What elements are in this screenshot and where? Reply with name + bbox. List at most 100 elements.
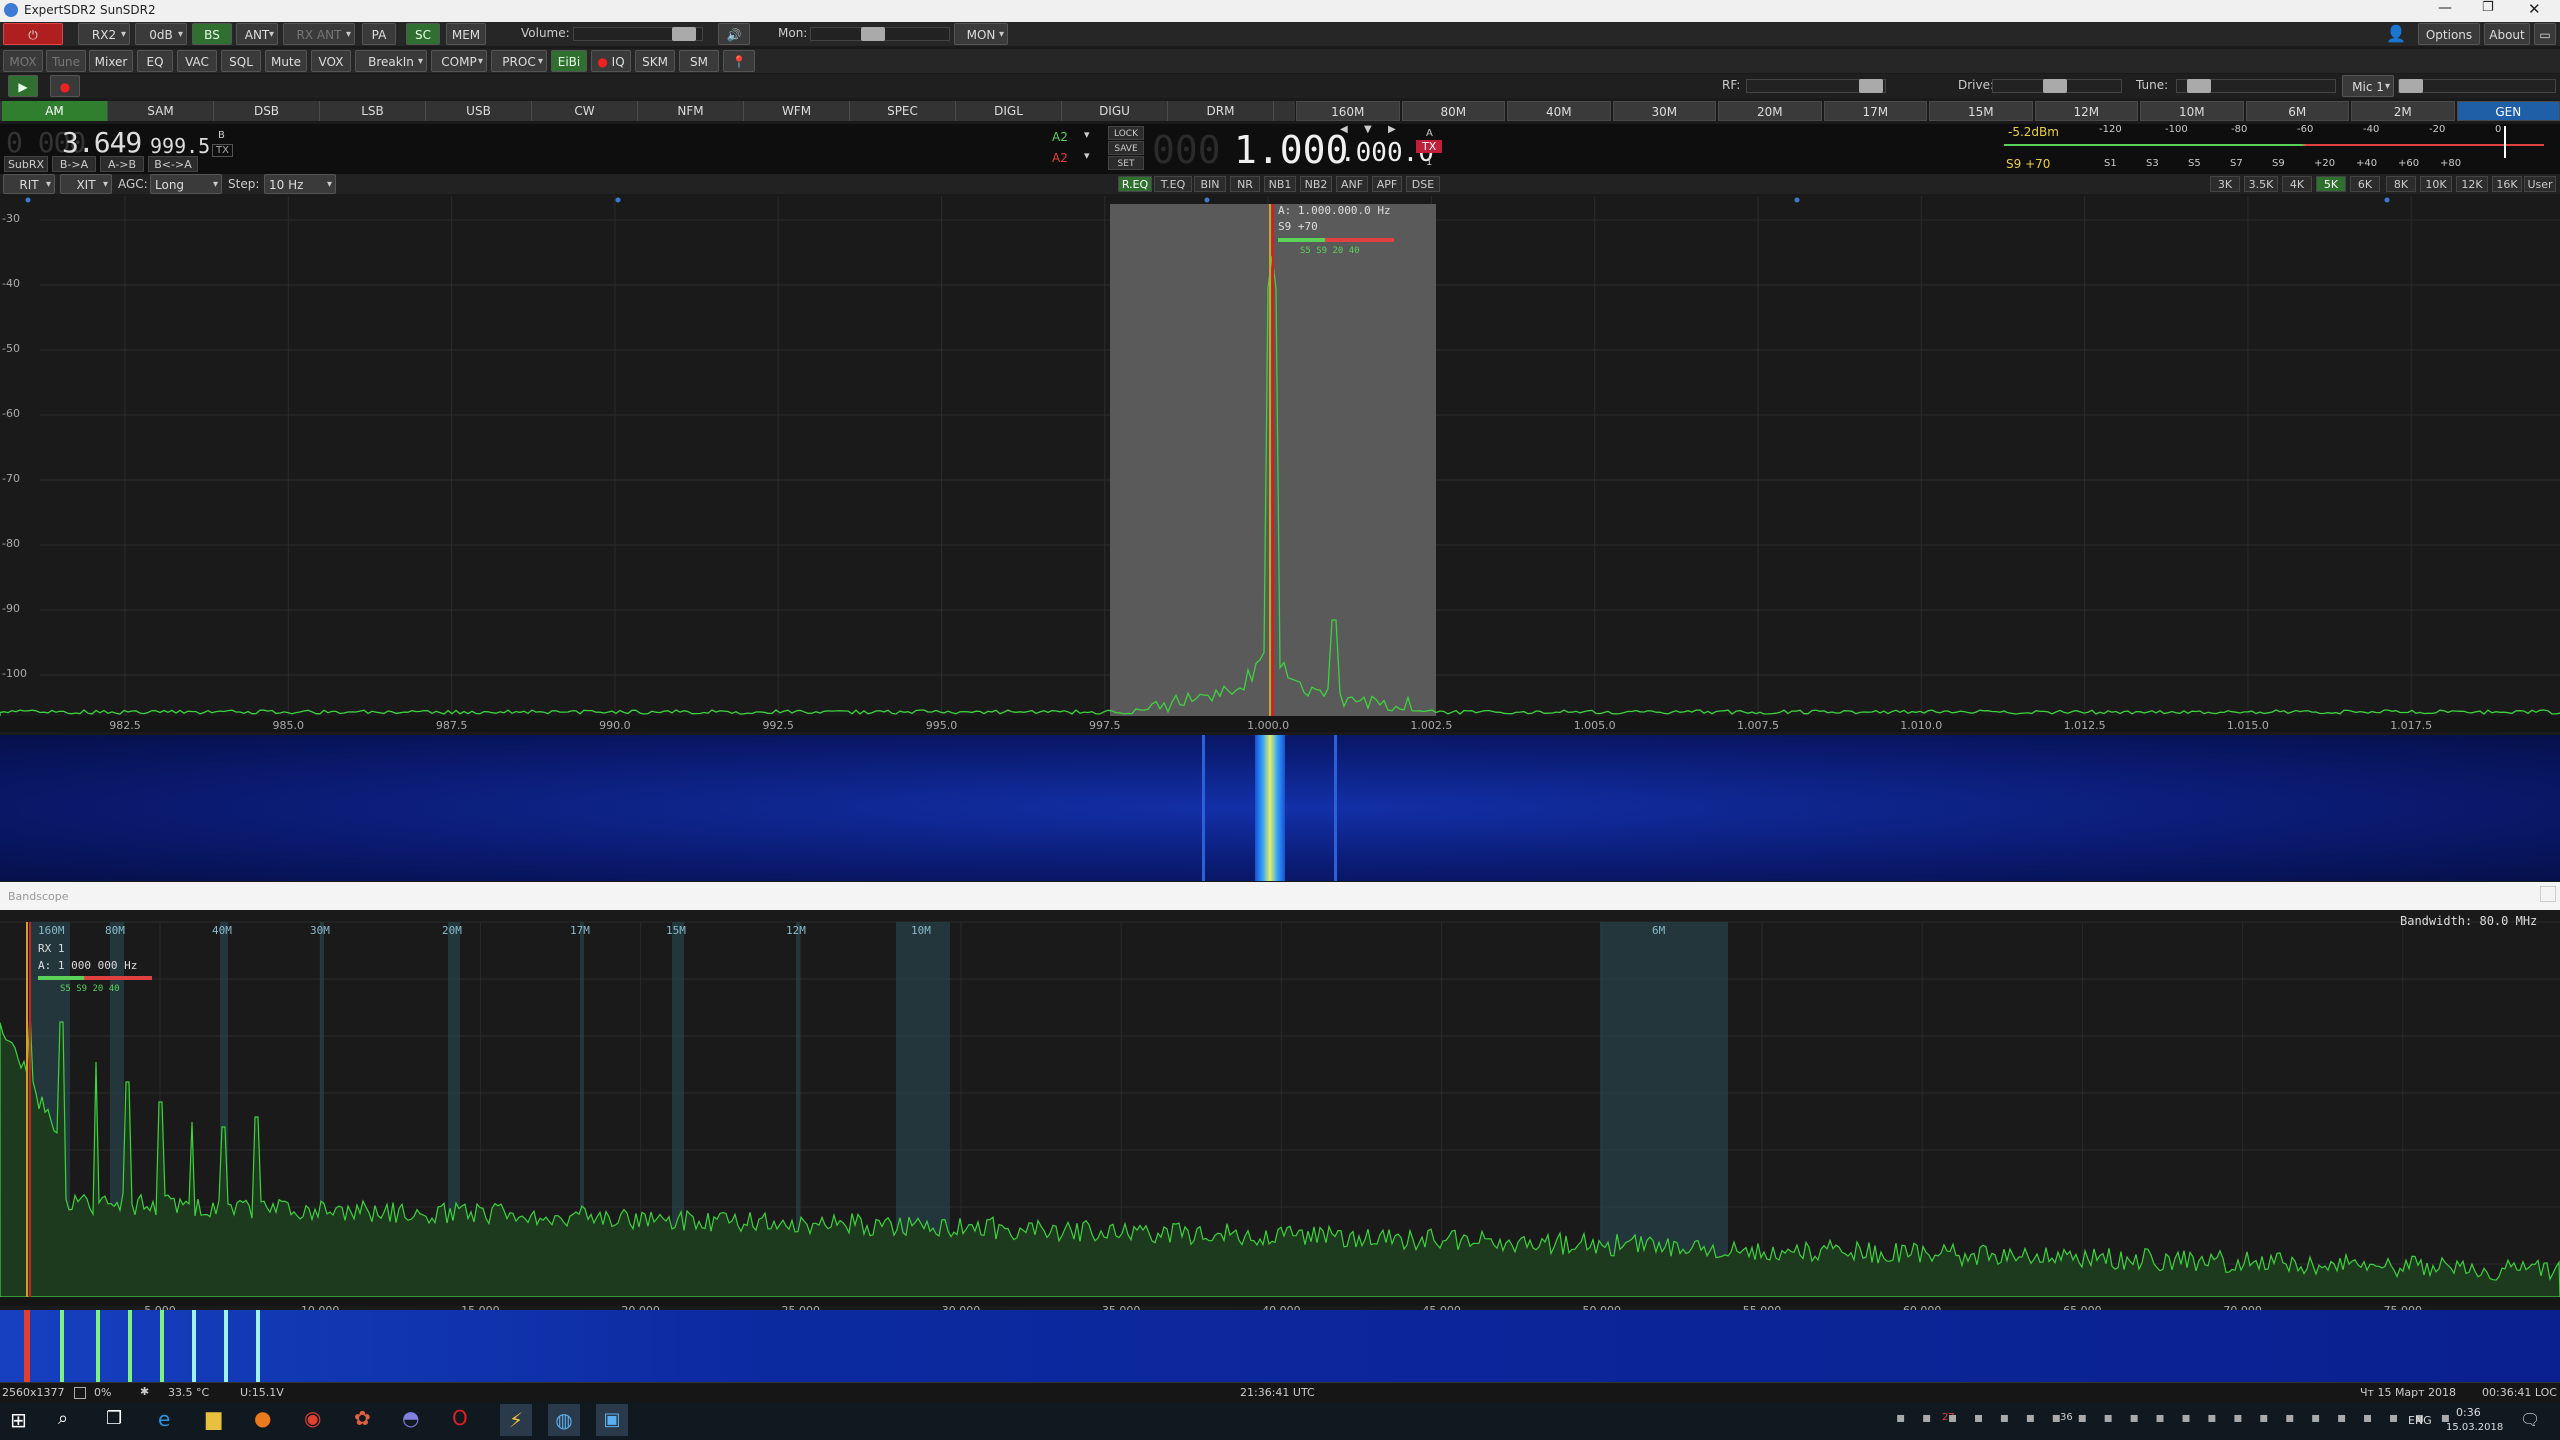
filter-16k-button[interactable]: 16K (2492, 176, 2522, 192)
subrx-button[interactable]: SubRX (4, 156, 48, 172)
bs-band-label[interactable]: 30M (310, 924, 330, 937)
tray-icons[interactable]: ▪ ▪ ▪ ▪ ▪ ▪ ▪ ▪ ▪ ▪ ▪ ▪ ▪ ▪ ▪ ▪ ▪ ▪ ▪ ▪ … (1896, 1410, 2456, 1426)
filter-4k-button[interactable]: 4K (2282, 176, 2312, 192)
windows-start-icon[interactable]: ⊞ (10, 1408, 27, 1432)
step-select[interactable]: 10 Hz (264, 174, 336, 194)
bs-band-label[interactable]: 80M (105, 924, 125, 937)
vfo-b-tx-label[interactable]: TX (212, 144, 233, 157)
tray-time[interactable]: 0:36 (2456, 1406, 2481, 1419)
rf-slider[interactable] (1746, 79, 1886, 93)
mode-spec[interactable]: SPEC (850, 101, 956, 121)
dsp-anf-button[interactable]: ANF (1336, 176, 1368, 192)
ant-button[interactable]: ANT (236, 23, 278, 45)
rit-button[interactable]: RIT (3, 174, 55, 194)
vac-button[interactable]: VAC (177, 50, 217, 72)
save-button[interactable]: SAVE (1108, 141, 1144, 155)
vox-button[interactable]: VOX (311, 50, 351, 72)
sm-button[interactable]: SM (679, 50, 719, 72)
vfo-b-hz[interactable]: 999.5 (150, 134, 210, 158)
set-button[interactable]: SET (1108, 156, 1144, 170)
breakin-button[interactable]: BreakIn (355, 50, 427, 72)
app-icon-settings[interactable]: ✿ (354, 1406, 371, 1430)
vfo-a-antenna-1[interactable]: A2 (1052, 130, 1068, 144)
filter-12k-button[interactable]: 12K (2456, 176, 2488, 192)
vfo-b-mhz[interactable]: 3.649 (62, 126, 141, 159)
mode-usb[interactable]: USB (426, 101, 532, 121)
mem-button[interactable]: MEM (446, 23, 486, 45)
filter-5k-button[interactable]: 5K (2316, 176, 2346, 192)
mic-select[interactable]: Mic 1 (2342, 75, 2394, 97)
notification-icon[interactable]: 🗨 (2520, 1410, 2540, 1429)
vfo-a-down-icon[interactable]: ▼ (1364, 124, 1372, 135)
filter-3k-button[interactable]: 3K (2210, 176, 2240, 192)
band-80m[interactable]: 80M (1402, 101, 1506, 121)
dsp-nb2-button[interactable]: NB2 (1300, 176, 1332, 192)
rx2-button[interactable]: RX2 (78, 23, 130, 45)
pan-marker-dot[interactable] (1205, 198, 1210, 203)
search-icon[interactable]: ⌕ (58, 1408, 68, 1429)
bs-button[interactable]: BS (192, 23, 232, 45)
app-icon-window[interactable]: ▣ (596, 1404, 628, 1436)
close-icon[interactable]: ✕ (2528, 0, 2541, 18)
options-button[interactable]: Options (2418, 23, 2480, 45)
user-icon[interactable]: 👤 (2386, 24, 2406, 43)
mixer-button[interactable]: Mixer (89, 50, 133, 72)
mode-drm[interactable]: DRM (1168, 101, 1274, 121)
power-button[interactable]: ⏻ (3, 23, 63, 45)
xit-button[interactable]: XIT (60, 174, 112, 194)
a-to-b-button[interactable]: A->B (100, 156, 144, 172)
skm-button[interactable]: SKM (635, 50, 675, 72)
filter-10k-button[interactable]: 10K (2420, 176, 2452, 192)
mon-slider[interactable] (810, 27, 950, 41)
mode-nfm[interactable]: NFM (638, 101, 744, 121)
edge-icon[interactable]: e (158, 1407, 170, 1431)
panadapter[interactable]: A: 1.000.000.0 Hz S9 +70 S5 S9 20 40 -30… (0, 196, 2560, 732)
restore-icon[interactable]: ❐ (2482, 0, 2494, 15)
panadapter-spectrum[interactable] (0, 196, 2560, 732)
iq-button[interactable]: ● IQ (591, 50, 631, 72)
antenna-dropdown-icon-2[interactable]: ▾ (1084, 149, 1090, 162)
dsp-teq-button[interactable]: T.EQ (1154, 176, 1192, 192)
file-explorer-icon[interactable]: ▆ (206, 1406, 221, 1430)
pan-marker-dot[interactable] (616, 198, 621, 203)
play-button[interactable]: ▶ (8, 75, 38, 97)
waterfall-bandscope[interactable] (0, 1310, 2560, 1382)
vfo-a-next-icon[interactable]: ▶ (1388, 124, 1396, 135)
bs-band-label[interactable]: 6M (1652, 924, 1665, 937)
tune-slider[interactable] (2176, 79, 2336, 93)
filter-3-5k-button[interactable]: 3.5K (2244, 176, 2278, 192)
pan-marker-dot[interactable] (26, 198, 31, 203)
about-button[interactable]: About (2484, 23, 2530, 45)
task-view-icon[interactable]: ❐ (106, 1408, 122, 1429)
filter-6k-button[interactable]: 6K (2350, 176, 2380, 192)
pan-marker-dot[interactable] (1795, 198, 1800, 203)
volume-slider[interactable] (573, 27, 703, 41)
bs-band-label[interactable]: 10M (911, 924, 931, 937)
eibi-button[interactable]: EiBi (551, 50, 587, 72)
vfo-a-tx-badge[interactable]: TX (1416, 140, 1442, 153)
bandscope-panel[interactable]: Bandwidth: 80.0 MHz RX 1 A: 1 000 000 Hz… (0, 912, 2560, 1306)
mode-digu[interactable]: DIGU (1062, 101, 1168, 121)
location-button[interactable]: 📍 (723, 50, 755, 72)
dsp-nr-button[interactable]: NR (1230, 176, 1260, 192)
dsp-dse-button[interactable]: DSE (1406, 176, 1440, 192)
b-to-a-button[interactable]: B->A (52, 156, 96, 172)
mox-button[interactable]: MOX (3, 50, 43, 72)
bs-band-label[interactable]: 15M (666, 924, 686, 937)
tray-language[interactable]: ENG (2408, 1414, 2432, 1427)
vfo-a-mhz[interactable]: 1.000 (1234, 128, 1348, 172)
dsp-nb1-button[interactable]: NB1 (1264, 176, 1296, 192)
band-6m[interactable]: 6M (2246, 101, 2350, 121)
eq-button[interactable]: EQ (137, 50, 173, 72)
bs-band-label[interactable]: 160M (38, 924, 65, 937)
vfo-a-prev-icon[interactable]: ◀ (1340, 124, 1348, 135)
sql-button[interactable]: SQL (221, 50, 261, 72)
chrome-icon[interactable]: ◉ (304, 1406, 321, 1430)
window-mode-button[interactable]: ▭ (2534, 23, 2556, 45)
pan-marker-dot[interactable] (2385, 198, 2390, 203)
app-icon-tool[interactable]: ⚡ (500, 1404, 532, 1436)
record-button[interactable]: ● (50, 75, 80, 97)
band-10m[interactable]: 10M (2140, 101, 2244, 121)
dsp-apf-button[interactable]: APF (1372, 176, 1402, 192)
band-40m[interactable]: 40M (1507, 101, 1611, 121)
